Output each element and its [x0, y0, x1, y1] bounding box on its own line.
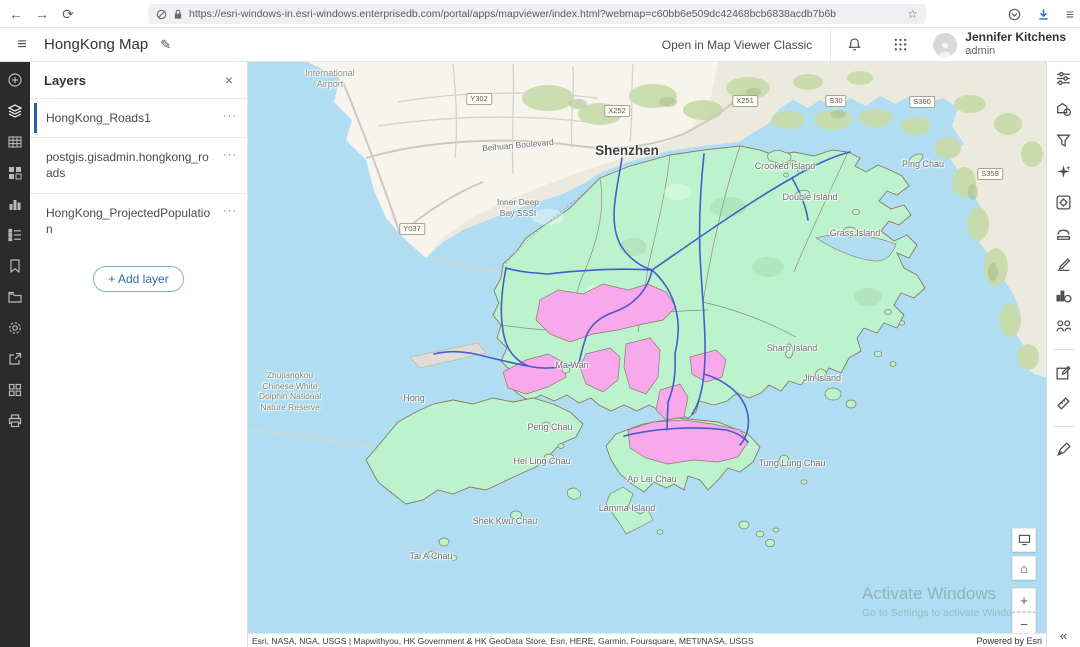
layers-panel-title: Layers — [44, 73, 86, 88]
labels-icon[interactable] — [1055, 225, 1072, 242]
popups-icon[interactable] — [1055, 256, 1072, 273]
zoom-out-button[interactable]: − — [1012, 612, 1036, 633]
map-controls: ⌂ + − — [1012, 528, 1036, 633]
layer-name: postgis.gisadmin.hongkong_roads — [46, 149, 223, 181]
apps-icon[interactable] — [7, 382, 23, 398]
print-icon[interactable] — [7, 413, 23, 429]
basemap-icon[interactable] — [7, 165, 23, 181]
main-menu-icon[interactable]: ≡ — [0, 36, 44, 54]
browser-reload-button[interactable]: ⟳ — [56, 0, 80, 28]
measure-icon[interactable] — [1055, 395, 1072, 412]
charts-icon[interactable] — [7, 196, 23, 212]
effects-icon[interactable] — [1055, 163, 1072, 180]
save-icon[interactable] — [7, 289, 23, 305]
user-role: admin — [965, 45, 1066, 58]
browser-toolbar: ← → ⟳ https://esri-windows-in.esri-windo… — [0, 0, 1080, 28]
fields-icon[interactable] — [1055, 318, 1072, 335]
tables-icon[interactable] — [7, 134, 23, 150]
layer-item-hongkong-roads1[interactable]: HongKong_Roads1 ··· — [30, 98, 247, 137]
tracking-shield-icon[interactable] — [156, 9, 167, 20]
layer-options-icon[interactable]: ··· — [223, 110, 237, 122]
add-layer-button[interactable]: + Add layer — [93, 266, 183, 292]
charts-config-icon[interactable] — [1055, 287, 1072, 304]
layer-name: HongKong_ProjectedPopulation — [46, 205, 223, 237]
road-shield: S359 — [977, 168, 1003, 180]
open-classic-link[interactable]: Open in Map Viewer Classic — [662, 38, 813, 52]
properties-icon[interactable] — [1055, 70, 1072, 87]
home-button[interactable]: ⌂ — [1012, 556, 1036, 580]
map-title: HongKong Map — [44, 36, 148, 53]
browser-forward-button[interactable]: → — [30, 0, 54, 28]
settings-toolbar: « — [1046, 62, 1080, 647]
road-shield: Y037 — [399, 223, 425, 235]
legend-icon[interactable] — [7, 227, 23, 243]
close-panel-icon[interactable]: × — [225, 72, 233, 88]
attribution-bar: Esri, NASA, NGA, USGS | Mapwithyou, HK G… — [248, 633, 1046, 647]
rail-divider — [1053, 426, 1075, 427]
bookmark-star-icon[interactable]: ☆ — [907, 7, 918, 21]
aggregation-icon[interactable] — [1055, 194, 1072, 211]
user-avatar[interactable] — [933, 33, 957, 57]
road-shield: Y302 — [466, 93, 492, 105]
notifications-bell-icon[interactable] — [831, 37, 877, 52]
layer-item-projected-population[interactable]: HongKong_ProjectedPopulation ··· — [30, 193, 247, 248]
url-text[interactable]: https://esri-windows-in.esri-windows.ent… — [189, 8, 901, 20]
edit-icon[interactable] — [1055, 364, 1072, 381]
layer-options-icon[interactable]: ··· — [223, 149, 237, 161]
road-shield: X252 — [604, 105, 630, 117]
collapse-rail-icon[interactable]: « — [1047, 628, 1080, 643]
rail-divider — [1053, 349, 1075, 350]
layer-name: HongKong_Roads1 — [46, 110, 159, 126]
user-name: Jennifer Kitchens — [965, 31, 1066, 45]
map-properties-icon[interactable] — [7, 320, 23, 336]
add-icon[interactable] — [7, 72, 23, 88]
lock-icon — [173, 9, 183, 20]
sketch-icon[interactable] — [1055, 441, 1072, 458]
road-shield: X251 — [732, 95, 758, 107]
zoom-in-button[interactable]: + — [1012, 588, 1036, 612]
app-launcher-icon[interactable] — [877, 37, 923, 52]
browser-back-button[interactable]: ← — [4, 0, 28, 28]
fullscreen-button[interactable] — [1012, 528, 1036, 552]
contents-toolbar — [0, 62, 30, 647]
edit-title-icon[interactable]: ✎ — [160, 37, 171, 53]
styles-icon[interactable] — [1055, 101, 1072, 118]
road-shield: S360 — [909, 96, 935, 108]
layers-panel: Layers × HongKong_Roads1 ··· postgis.gis… — [30, 62, 248, 647]
share-icon[interactable] — [7, 351, 23, 367]
map-canvas[interactable]: International AirportShenzhenBeihuan Bou… — [248, 62, 1046, 633]
downloads-icon[interactable] — [1037, 8, 1050, 21]
road-shield: S30 — [825, 95, 846, 107]
pocket-icon[interactable] — [1008, 8, 1021, 21]
app-header: ≡ HongKong Map ✎ Open in Map Viewer Clas… — [0, 28, 1080, 62]
map-column: International AirportShenzhenBeihuan Bou… — [248, 62, 1046, 647]
powered-by-esri: Powered by Esri — [976, 636, 1042, 646]
layer-item-postgis-roads[interactable]: postgis.gisadmin.hongkong_roads ··· — [30, 137, 247, 192]
browser-menu-icon[interactable]: ≡ — [1066, 6, 1074, 22]
filter-icon[interactable] — [1055, 132, 1072, 149]
address-bar[interactable]: https://esri-windows-in.esri-windows.ent… — [148, 4, 926, 24]
layer-options-icon[interactable]: ··· — [223, 205, 237, 217]
user-info[interactable]: Jennifer Kitchens admin — [965, 31, 1066, 57]
bookmarks-icon[interactable] — [7, 258, 23, 274]
attribution-text: Esri, NASA, NGA, USGS | Mapwithyou, HK G… — [252, 636, 754, 646]
layers-icon[interactable] — [7, 103, 23, 119]
